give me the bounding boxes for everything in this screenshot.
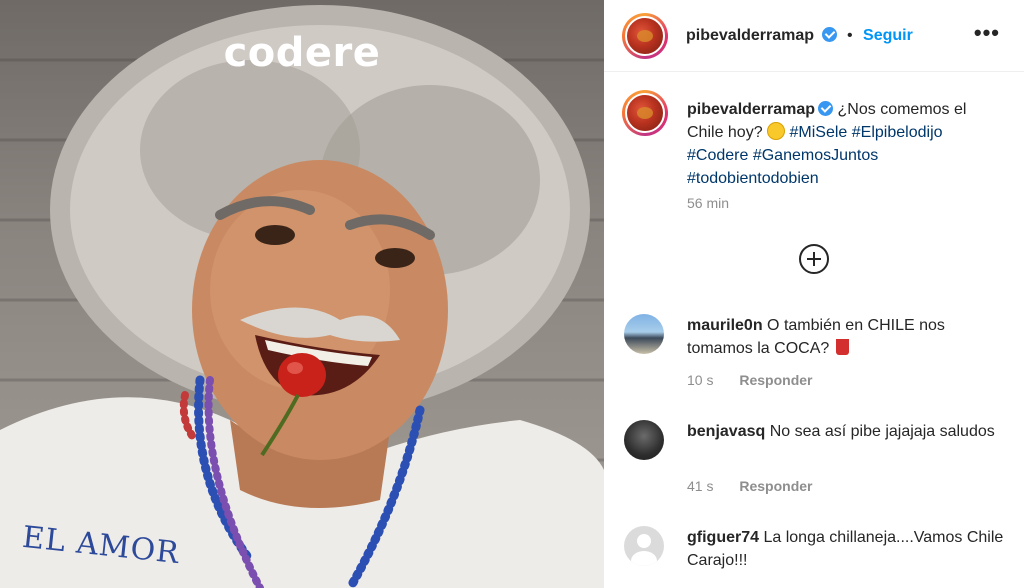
reply-button[interactable]: Responder (739, 372, 812, 388)
hashtag-link[interactable]: #Elpibelodijo (852, 124, 943, 141)
commenter-username[interactable]: maurile0n (687, 317, 763, 334)
comment-text: maurile0n O también en CHILE nos tomamos… (687, 314, 1007, 360)
caption-text: pibevalderramap ¿Nos comemos el Chile ho… (687, 98, 1007, 190)
post-side-panel: pibevalderramap • Seguir ••• pibevalderr… (604, 0, 1024, 588)
verified-badge-icon (818, 101, 834, 116)
header-user-row: pibevalderramap • Seguir (686, 27, 913, 45)
commenter-avatar[interactable] (624, 314, 664, 354)
more-horizontal-icon[interactable]: ••• (974, 22, 1000, 44)
comment-meta: 41 s Responder (687, 478, 812, 494)
caption-username[interactable]: pibevalderramap (687, 101, 815, 118)
hashtag-link[interactable]: #todobientodobien (687, 170, 819, 187)
portrait-illustration (0, 5, 604, 588)
post-header: pibevalderramap • Seguir ••• (604, 0, 1024, 72)
commenter-avatar[interactable] (624, 526, 664, 566)
separator-dot: • (846, 27, 853, 44)
comment-text: benjavasq No sea así pibe jajajaja salud… (687, 420, 1007, 443)
plus-circle-icon[interactable] (799, 244, 829, 274)
reply-button[interactable]: Responder (739, 478, 812, 494)
caption-author-avatar[interactable] (622, 90, 668, 136)
post-photo[interactable]: codere EL AMOR (0, 0, 604, 588)
caption-timestamp: 56 min (687, 195, 730, 211)
commenter-username[interactable]: benjavasq (687, 423, 765, 440)
hashtag-link[interactable]: #GanemosJuntos (753, 147, 878, 164)
comment-body: No sea así pibe jajajaja saludos (769, 423, 995, 440)
brand-logo: codere (223, 30, 381, 76)
comment-item: gfiguer74 La longa chillaneja....Vamos C… (604, 524, 1024, 569)
cup-icon (835, 339, 849, 355)
smiling-face-icon (767, 122, 786, 140)
comment-timestamp: 10 s (687, 372, 714, 388)
comment-timestamp: 41 s (687, 478, 714, 494)
comment-meta: 10 s Responder (687, 372, 812, 388)
comment-text: gfiguer74 La longa chillaneja....Vamos C… (687, 526, 1007, 572)
hashtag-link[interactable]: #MiSele (790, 124, 848, 141)
header-username[interactable]: pibevalderramap (686, 27, 814, 44)
commenter-username[interactable]: gfiguer74 (687, 529, 759, 546)
author-avatar[interactable] (622, 13, 668, 59)
verified-badge-icon (821, 27, 837, 42)
commenter-avatar[interactable] (624, 420, 664, 460)
follow-button[interactable]: Seguir (863, 27, 913, 44)
hashtag-link[interactable]: #Codere (687, 147, 748, 164)
